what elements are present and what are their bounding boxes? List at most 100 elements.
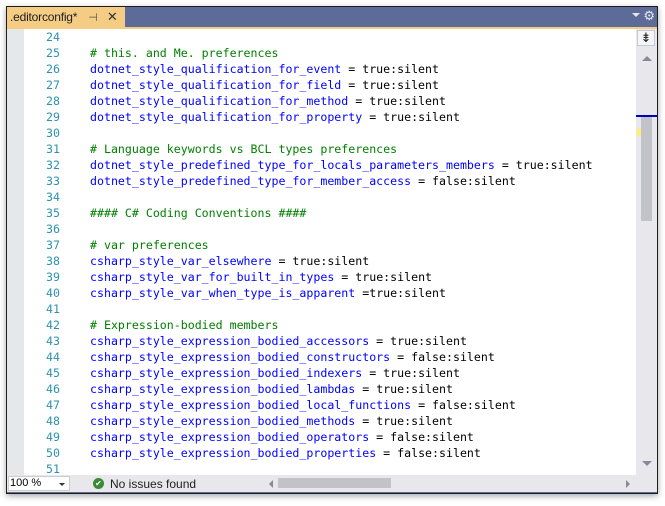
tab-editorconfig[interactable]: .editorconfig* ⊣ ✕ (7, 7, 125, 27)
line-content: dotnet_style_qualification_for_method = … (90, 93, 446, 109)
line-number: 51 (46, 462, 60, 475)
setting-value: = false:silent (411, 398, 516, 412)
setting-key: csharp_style_expression_bodied_methods (90, 414, 356, 428)
setting-key: dotnet_style_qualification_for_method (90, 94, 349, 108)
setting-value: = true:silent (348, 94, 446, 108)
setting-key: dotnet_style_predefined_type_for_member_… (90, 174, 412, 188)
split-editor-icon[interactable]: ⇟ (637, 30, 655, 46)
line-number: 24 (46, 30, 60, 44)
selection-margin (7, 29, 24, 475)
line-content: csharp_style_expression_bodied_lambdas =… (90, 381, 453, 397)
line-number: 29 (46, 110, 60, 124)
setting-value: = true:silent (362, 110, 460, 124)
chevron-down-icon[interactable] (632, 13, 640, 17)
line-content: csharp_style_expression_bodied_methods =… (90, 413, 453, 429)
line-content: csharp_style_var_for_built_in_types = tr… (90, 269, 432, 285)
chevron-down-icon (59, 483, 65, 486)
line-content: csharp_style_expression_bodied_local_fun… (90, 397, 516, 413)
line-number: 30 (46, 126, 60, 140)
setting-value: = true:silent (271, 254, 370, 268)
line-number: 47 (46, 398, 60, 412)
line-number: 44 (46, 350, 60, 364)
line-content: dotnet_style_qualification_for_event = t… (90, 61, 439, 77)
setting-key: csharp_style_expression_bodied_construct… (90, 350, 391, 364)
setting-value: = false:silent (411, 174, 516, 188)
zoom-dropdown[interactable]: 100 % (8, 476, 70, 491)
code-editor[interactable]: 24 25 # this. and Me. preferences 26 dotnet_… (7, 29, 636, 475)
comment-text: # var preferences (90, 238, 209, 252)
line-number: 45 (46, 366, 60, 380)
setting-value: =true:silent (355, 286, 446, 300)
line-number: 42 (46, 318, 60, 332)
line-number: 36 (46, 222, 60, 236)
line-number: 41 (46, 302, 60, 316)
setting-value: = false:silent (376, 446, 481, 460)
setting-key: dotnet_style_qualification_for_field (90, 78, 342, 92)
line-content: dotnet_style_qualification_for_property … (90, 109, 460, 125)
setting-key: csharp_style_expression_bodied_propertie… (90, 446, 377, 460)
editor-bottom-bar: 100 % ✔ No issues found (7, 475, 657, 492)
line-number: 40 (46, 286, 60, 300)
line-number: 39 (46, 270, 60, 284)
scroll-up-icon[interactable] (642, 56, 652, 61)
pin-icon[interactable]: ⊣ (88, 11, 98, 24)
line-content: csharp_style_expression_bodied_propertie… (90, 445, 481, 461)
vertical-scroll-thumb[interactable] (641, 117, 652, 221)
scroll-left-icon[interactable] (269, 480, 273, 488)
line-number: 50 (46, 446, 60, 460)
comment-text: #### C# Coding Conventions #### (90, 206, 307, 220)
line-number: 46 (46, 382, 60, 396)
line-number: 43 (46, 334, 60, 348)
line-number: 48 (46, 414, 60, 428)
line-number: 34 (46, 190, 60, 204)
line-content: # this. and Me. preferences (90, 45, 278, 61)
line-content: csharp_style_expression_bodied_operators… (90, 429, 474, 445)
vertical-scrollbar[interactable]: ⇟ (636, 29, 657, 475)
line-number: 32 (46, 158, 60, 172)
setting-key: csharp_style_expression_bodied_operators (90, 430, 370, 444)
tab-strip: .editorconfig* ⊣ ✕ ⚙ (7, 7, 657, 27)
line-number: 37 (46, 238, 60, 252)
comment-text: # Language keywords vs BCL types prefere… (90, 142, 398, 156)
issues-text: No issues found (110, 476, 197, 491)
line-content: dotnet_style_predefined_type_for_locals_… (90, 157, 593, 173)
line-number: 33 (46, 174, 60, 188)
setting-value: = true:silent (369, 334, 467, 348)
editor-window: .editorconfig* ⊣ ✕ ⚙ 24 25 # this. and Me.… (6, 6, 658, 494)
zoom-value: 100 % (10, 477, 42, 489)
setting-key: dotnet_style_predefined_type_for_locals_… (90, 158, 495, 172)
setting-key: dotnet_style_qualification_for_event (90, 62, 342, 76)
setting-key: csharp_style_expression_bodied_lambdas (90, 382, 356, 396)
line-number: 38 (46, 254, 60, 268)
line-content: # Language keywords vs BCL types prefere… (90, 141, 397, 157)
line-number: 25 (46, 46, 60, 60)
setting-value: = true:silent (341, 62, 440, 76)
scroll-down-icon[interactable] (642, 461, 652, 466)
setting-value: = true:silent (362, 366, 460, 380)
setting-key: csharp_style_expression_bodied_indexers (90, 366, 363, 380)
setting-value: = true:silent (355, 382, 453, 396)
check-circle-icon: ✔ (93, 478, 104, 489)
issues-status[interactable]: ✔ No issues found (93, 475, 196, 492)
setting-key: csharp_style_var_for_built_in_types (90, 270, 335, 284)
line-content: # var preferences (90, 237, 209, 253)
setting-value: = false:silent (369, 430, 474, 444)
line-number: 49 (46, 430, 60, 444)
setting-key: csharp_style_var_when_type_is_apparent (90, 286, 356, 300)
gear-icon[interactable]: ⚙ (643, 8, 655, 24)
setting-value: = true:silent (494, 158, 593, 172)
scroll-right-icon[interactable] (626, 480, 630, 488)
setting-key: csharp_style_expression_bodied_local_fun… (90, 398, 412, 412)
line-number: 31 (46, 142, 60, 156)
line-number: 35 (46, 206, 60, 220)
line-content: csharp_style_var_elsewhere = true:silent (90, 253, 369, 269)
close-icon[interactable]: ✕ (107, 9, 118, 25)
horizontal-scroll-thumb[interactable] (278, 478, 391, 488)
line-content: csharp_style_expression_bodied_indexers … (90, 365, 460, 381)
line-content: # Expression-bodied members (90, 317, 278, 333)
line-number: 27 (46, 78, 60, 92)
change-marker (637, 129, 641, 136)
comment-text: # Expression-bodied members (90, 318, 279, 332)
setting-value: = false:silent (390, 350, 495, 364)
line-content: dotnet_style_qualification_for_field = t… (90, 77, 439, 93)
